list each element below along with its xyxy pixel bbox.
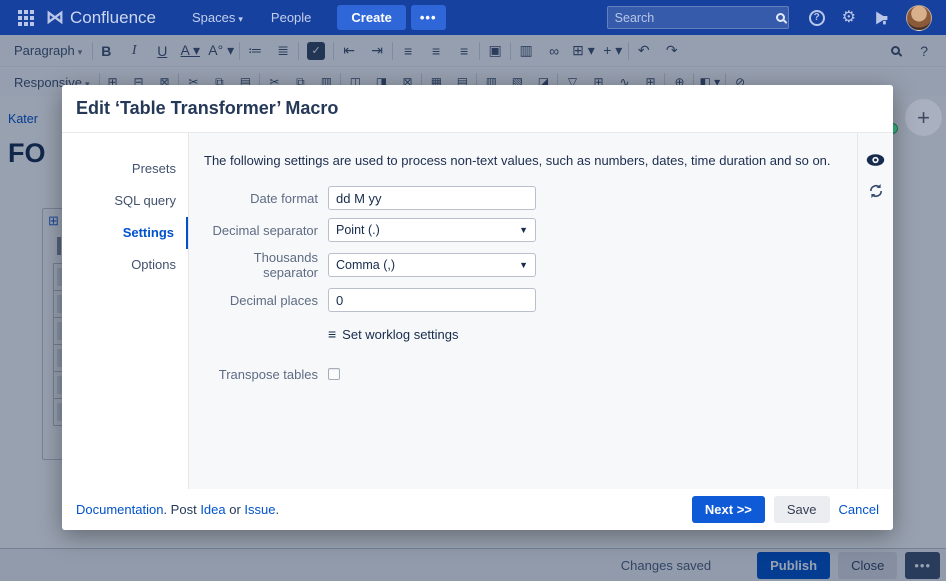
edit-macro-dialog: Edit ‘Table Transformer’ Macro PresetsSQ… — [62, 85, 893, 530]
search-box — [607, 6, 789, 29]
confluence-logo-text: Confluence — [70, 8, 156, 28]
next-button[interactable]: Next >> — [692, 496, 765, 523]
transpose-tables-row: Transpose tables — [204, 362, 847, 386]
dialog-tab-sql-query[interactable]: SQL query — [62, 185, 188, 217]
dialog-tab-presets[interactable]: Presets — [62, 153, 188, 185]
top-navbar: ⋈ Confluence Spaces▾ People Create ••• ?… — [0, 0, 946, 35]
nav-people[interactable]: People — [271, 10, 311, 25]
inline-add-button[interactable]: + — [905, 99, 942, 136]
user-avatar[interactable] — [906, 5, 932, 31]
idea-link[interactable]: Idea — [200, 502, 225, 517]
dialog-tab-options[interactable]: Options — [62, 249, 188, 281]
save-button[interactable]: Save — [774, 496, 830, 523]
dialog-header: Edit ‘Table Transformer’ Macro — [62, 85, 893, 133]
confluence-logo-icon: ⋈ — [46, 7, 64, 28]
transpose-tables-label: Transpose tables — [204, 367, 328, 382]
documentation-link[interactable]: Documentation — [76, 502, 163, 517]
decimal-separator-row: Decimal separator Point (.) ▼ — [204, 218, 847, 242]
set-worklog-settings-link[interactable]: ≡ Set worklog settings — [328, 326, 459, 342]
create-button[interactable]: Create — [337, 5, 405, 30]
dialog-sidebar: PresetsSQL querySettingsOptions — [62, 133, 188, 489]
dialog-body: PresetsSQL querySettingsOptions The foll… — [62, 133, 893, 489]
thousands-separator-select[interactable]: Comma (,) ▼ — [328, 253, 536, 277]
decimal-places-label: Decimal places — [204, 293, 328, 308]
search-icon[interactable] — [776, 13, 785, 22]
date-format-row: Date format — [204, 186, 847, 210]
announcement-icon[interactable] — [873, 10, 889, 26]
date-format-label: Date format — [204, 191, 328, 206]
select-arrow-icon: ▼ — [519, 260, 528, 270]
navbar-icons: ? ⚙ — [809, 5, 932, 31]
thousands-separator-row: Thousands separator Comma (,) ▼ — [204, 250, 847, 280]
confluence-screen: ⋈ Confluence Spaces▾ People Create ••• ?… — [0, 0, 946, 581]
decimal-places-row: Decimal places — [204, 288, 847, 312]
date-format-input[interactable] — [328, 186, 536, 210]
app-switcher-icon[interactable] — [18, 10, 34, 26]
settings-description: The following settings are used to proce… — [204, 153, 847, 168]
nav-spaces[interactable]: Spaces▾ — [192, 10, 243, 25]
hamburger-icon: ≡ — [328, 326, 336, 342]
create-more-button[interactable]: ••• — [411, 5, 446, 30]
dialog-icon-strip — [857, 133, 893, 489]
select-arrow-icon: ▼ — [519, 225, 528, 235]
issue-link[interactable]: Issue — [244, 502, 275, 517]
decimal-separator-select[interactable]: Point (.) ▼ — [328, 218, 536, 242]
transpose-tables-checkbox[interactable] — [328, 368, 340, 380]
thousands-separator-label: Thousands separator — [204, 250, 328, 280]
dialog-tab-settings[interactable]: Settings — [62, 217, 188, 249]
worklog-row: ≡ Set worklog settings — [204, 320, 847, 344]
dialog-footer-links: Documentation. Post Idea or Issue. — [76, 502, 692, 517]
preview-eye-icon[interactable] — [866, 153, 885, 167]
search-input[interactable] — [615, 11, 776, 25]
refresh-icon[interactable] — [868, 183, 884, 199]
help-icon[interactable]: ? — [809, 10, 825, 26]
dialog-footer-buttons: Next >> Save Cancel — [692, 496, 879, 523]
dialog-content: The following settings are used to proce… — [188, 133, 857, 489]
decimal-separator-label: Decimal separator — [204, 223, 328, 238]
gear-icon[interactable]: ⚙ — [842, 10, 856, 26]
dialog-footer: Documentation. Post Idea or Issue. Next … — [62, 489, 893, 530]
confluence-logo[interactable]: ⋈ Confluence — [46, 7, 156, 28]
chevron-down-icon: ▾ — [238, 14, 243, 24]
cancel-button[interactable]: Cancel — [839, 502, 879, 517]
decimal-places-input[interactable] — [328, 288, 536, 312]
dialog-title: Edit ‘Table Transformer’ Macro — [76, 98, 338, 119]
